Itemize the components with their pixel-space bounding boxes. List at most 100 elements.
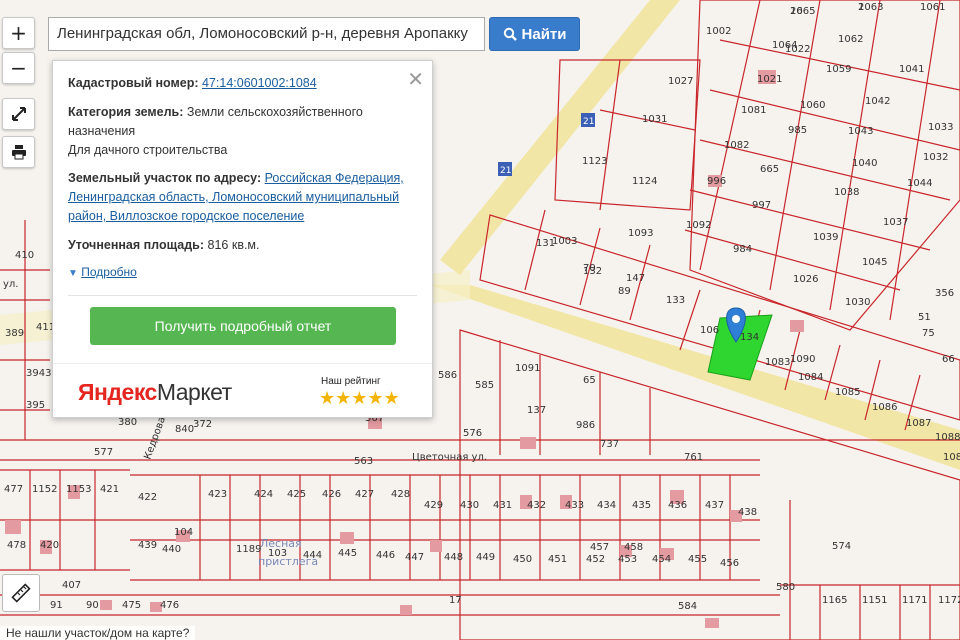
parcel-number-label: 428 [391, 489, 410, 500]
parcel-number-label: 665 [760, 164, 779, 175]
parcel-number-label: 422 [138, 492, 157, 503]
parcel-number-label: 576 [463, 428, 482, 439]
details-link[interactable]: Подробно [81, 265, 137, 279]
parcel-number-label: 1086 [872, 402, 897, 413]
parcel-number-label: 410 [15, 250, 34, 261]
parcel-number-label: 454 [652, 554, 671, 565]
parcel-number-label: 372 [193, 419, 212, 430]
cadastral-number-row: Кадастровый номер: 47:14:0601002:1084 [68, 74, 423, 93]
parcel-number-label: 761 [684, 452, 703, 463]
parcel-number-label: 1153 [66, 484, 91, 495]
yandex-market-ad[interactable]: ЯндексМаркет Наш рейтинг ★★★★★ [53, 363, 432, 419]
parcel-number-label: 407 [62, 580, 81, 591]
zoom-out-button[interactable]: − [2, 52, 35, 84]
parcel-number-label: 450 [513, 554, 532, 565]
printer-icon [11, 145, 26, 160]
parcel-number-label: 436 [668, 500, 687, 511]
details-toggle[interactable]: ▼ Подробно [68, 263, 423, 283]
cadastral-number-link[interactable]: 47:14:0601002:1084 [202, 76, 317, 90]
parcel-number-label: 449 [476, 552, 495, 563]
parcel-number-label: 389 [5, 328, 24, 339]
parcel-number-label: 132 [583, 266, 602, 277]
parcel-number-label: 1040 [852, 158, 877, 169]
area-label: Уточненная площадь: [68, 238, 205, 252]
address-search-input[interactable]: Ленинградская обл, Ломоносовский р-н, де… [48, 17, 485, 51]
parcel-number-label: 1060 [800, 100, 825, 111]
parcel-number-label: 17 [449, 595, 462, 606]
parcel-number-label: 453 [618, 554, 637, 565]
parcel-number-label: 133 [666, 295, 685, 306]
parcel-number-label: 439 [138, 540, 157, 551]
parcel-number-label: 91 [50, 600, 63, 611]
parcel-number-label: 106 [700, 325, 719, 336]
parcel-number-label: 66 [942, 354, 955, 365]
parcel-number-label: 1032 [923, 152, 948, 163]
search-input-value: Ленинградская обл, Ломоносовский р-н, де… [57, 25, 468, 42]
parcel-number-label: 1084 [798, 372, 823, 383]
parcel-number-label: 1093 [628, 228, 653, 239]
usage-value: Для дачного строительства [68, 143, 228, 157]
parcel-number-label: 434 [597, 500, 616, 511]
ruler-icon [11, 583, 31, 603]
address-label: Земельный участок по адресу: [68, 171, 262, 185]
parcel-number-label: 51 [918, 312, 931, 323]
rating-label: Наш рейтинг [321, 376, 381, 387]
parcel-number-label: 580 [776, 582, 795, 593]
parcel-number-label: 1059 [826, 64, 851, 75]
street-label-tsvetochnaya: Цветочная ул. [412, 452, 487, 463]
zoom-in-button[interactable]: + [2, 17, 35, 49]
parcel-number-label: 1044 [907, 178, 932, 189]
parcel-number-label: 1171 [902, 595, 927, 606]
parcel-number-label: 1033 [928, 122, 953, 133]
parcel-number-label: 737 [600, 439, 619, 450]
parcel-number-label: 1002 [706, 26, 731, 37]
not-found-link[interactable]: Не нашли участок/дом на карте? [0, 626, 196, 640]
search-button[interactable]: Найти [489, 17, 580, 51]
area-row: Уточненная площадь: 816 кв.м. [68, 236, 423, 255]
get-report-button[interactable]: Получить подробный отчет [90, 307, 396, 345]
parcel-number-label: 427 [355, 489, 374, 500]
parcel-number-label: 476 [160, 600, 179, 611]
popup-divider [68, 295, 417, 296]
parcel-number-label: 424 [254, 489, 273, 500]
parcel-number-label: 134 [740, 332, 759, 343]
parcel-number-label: 137 [527, 405, 546, 416]
ruler-button[interactable] [2, 574, 40, 612]
parcel-number-label: 1003 [552, 236, 577, 247]
parcel-number-label: 395 [26, 400, 45, 411]
print-button[interactable] [2, 136, 35, 168]
parcel-number-label: 1087 [906, 418, 931, 429]
parcel-number-label: 430 [460, 500, 479, 511]
parcel-number-label: 1189 [236, 544, 261, 555]
parcel-number-label: 447 [405, 552, 424, 563]
area-value: 816 кв.м. [207, 238, 260, 252]
parcel-number-label: 586 [438, 370, 457, 381]
parcel-number-label: 577 [94, 447, 113, 458]
parcel-number-label: 1152 [32, 484, 57, 495]
parcel-number-label: 433 [565, 500, 584, 511]
parcel-number-label: 1081 [741, 105, 766, 116]
parcel-number-label: 1045 [862, 257, 887, 268]
parcel-number-label: 448 [444, 552, 463, 563]
parcel-number-label: 1043 [848, 126, 873, 137]
fullscreen-icon [11, 107, 26, 121]
parcel-number-label: 1088 [935, 432, 960, 443]
parcel-number-label: 89 [618, 286, 631, 297]
parcel-number-label: 1027 [668, 76, 693, 87]
parcel-number-label: 104 [174, 527, 193, 538]
parcel-number-label: 1090 [790, 354, 815, 365]
parcel-number-label: 426 [322, 489, 341, 500]
fullscreen-button[interactable] [2, 98, 35, 130]
parcel-number-label: 429 [424, 500, 443, 511]
svg-text:21: 21 [500, 166, 511, 176]
parcel-number-label: 563 [354, 456, 373, 467]
parcel-number-label: 435 [632, 500, 651, 511]
parcel-number-label: 1061 [920, 2, 945, 13]
parcel-number-label: 840 [175, 424, 194, 435]
land-category-row: Категория земель: Земли сельскохозяйстве… [68, 103, 423, 160]
parcel-number-label: 475 [122, 600, 141, 611]
parcel-number-label: 431 [493, 500, 512, 511]
parcel-number-label: 423 [208, 489, 227, 500]
parcel-number-label: 2 [858, 2, 864, 13]
search-icon [503, 27, 517, 41]
